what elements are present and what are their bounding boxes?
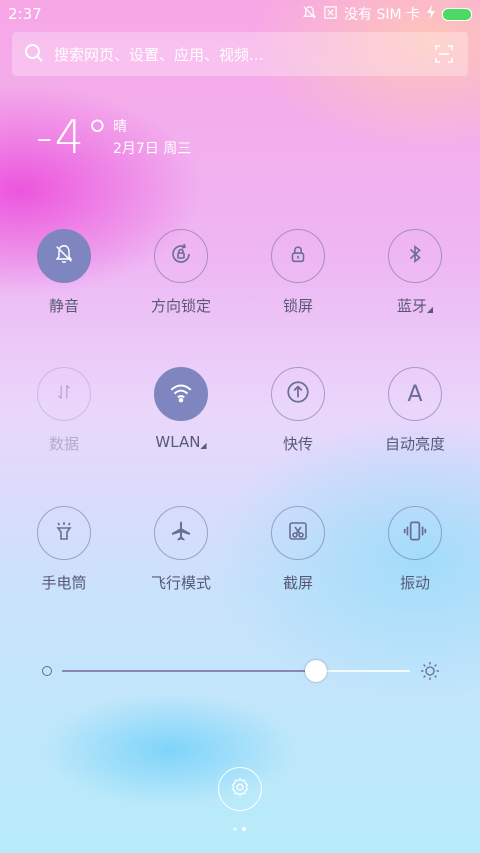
rotation-lock-icon — [169, 242, 193, 270]
flashlight-button[interactable] — [37, 506, 91, 560]
battery-icon — [442, 7, 472, 21]
toggle-label: 快传 — [282, 435, 313, 453]
scan-icon[interactable] — [434, 44, 454, 68]
toggle-label: 手电筒 — [41, 574, 87, 592]
toggle-rotation-lock[interactable]: 方向锁定 — [131, 229, 231, 316]
toggle-label: WLAN — [155, 433, 201, 451]
auto-brightness-icon: A — [407, 381, 423, 407]
brightness-low-icon — [42, 666, 52, 676]
toggle-label: 截屏 — [282, 574, 313, 592]
flashlight-icon — [52, 519, 76, 547]
weather-date: 2月7日 周三 — [113, 141, 192, 157]
status-icons: 没有 SIM 卡 — [302, 4, 472, 24]
status-bar: 2:37 没有 SIM 卡 — [0, 0, 480, 28]
data-icon — [53, 381, 75, 407]
toggle-label: 锁屏 — [282, 297, 313, 315]
brightness-thumb[interactable] — [305, 660, 328, 682]
lock-icon — [287, 243, 309, 269]
toggle-label: 静音 — [48, 297, 79, 315]
share-upload-icon — [285, 379, 311, 409]
toggle-auto-brightness[interactable]: A 自动亮度 — [365, 367, 465, 454]
toggle-data[interactable]: 数据 — [14, 367, 114, 454]
quick-share-button[interactable] — [271, 367, 325, 421]
toggle-label: 方向锁定 — [150, 297, 211, 315]
vibrate-icon — [402, 518, 428, 548]
weather-condition: 晴 — [113, 119, 127, 135]
wifi-icon — [168, 379, 194, 409]
page-dot — [233, 827, 237, 831]
rotation-lock-button[interactable] — [154, 229, 208, 283]
menu-triangle-icon: ◢ — [426, 305, 434, 314]
toggle-silent[interactable]: 静音 — [14, 229, 114, 316]
page-indicator — [233, 827, 246, 831]
charging-icon — [426, 5, 436, 23]
bell-off-status-icon — [302, 5, 317, 24]
toggle-label: 飞行模式 — [150, 574, 211, 592]
status-time: 2:37 — [8, 5, 42, 23]
search-icon — [24, 43, 44, 67]
airplane-button[interactable] — [154, 506, 208, 560]
search-placeholder: 搜索网页、设置、应用、视频... — [54, 46, 264, 64]
toggle-wlan[interactable]: WLAN◢ — [131, 367, 231, 451]
auto-brightness-button[interactable]: A — [388, 367, 442, 421]
toggle-label-with-menu: WLAN◢ — [131, 433, 231, 451]
sim-missing-icon — [323, 5, 338, 24]
wlan-button[interactable] — [154, 367, 208, 421]
toggle-screenshot[interactable]: 截屏 — [248, 506, 348, 593]
bell-off-icon — [53, 243, 75, 269]
toggle-label-with-menu: 蓝牙◢ — [365, 295, 465, 316]
toggle-label: 数据 — [48, 435, 79, 453]
toggle-airplane[interactable]: 飞行模式 — [131, 506, 231, 593]
carrier-text: 没有 SIM 卡 — [344, 7, 420, 23]
toggle-quick-share[interactable]: 快传 — [248, 367, 348, 454]
bluetooth-button[interactable] — [388, 229, 442, 283]
toggle-flashlight[interactable]: 手电筒 — [14, 506, 114, 593]
settings-button[interactable] — [218, 767, 262, 811]
gear-icon — [230, 777, 250, 801]
data-button[interactable] — [37, 367, 91, 421]
brightness-high-icon — [420, 661, 440, 685]
vibrate-button[interactable] — [388, 506, 442, 560]
toggle-label: 振动 — [399, 574, 430, 592]
screenshot-icon — [286, 519, 310, 547]
brightness-track[interactable] — [62, 660, 410, 682]
toggle-bluetooth[interactable]: 蓝牙◢ — [365, 229, 465, 316]
toggle-label: 蓝牙 — [396, 297, 427, 315]
toggle-lock-screen[interactable]: 锁屏 — [248, 229, 348, 316]
airplane-icon — [169, 519, 193, 547]
page-dot-active — [242, 827, 246, 831]
search-bar[interactable]: 搜索网页、设置、应用、视频... — [12, 32, 468, 76]
weather-temperature[interactable]: -4° — [36, 110, 111, 164]
toggle-label: 自动亮度 — [384, 435, 445, 453]
lock-screen-button[interactable] — [271, 229, 325, 283]
bluetooth-icon — [404, 243, 426, 269]
brightness-slider[interactable] — [0, 656, 480, 686]
menu-triangle-icon: ◢ — [200, 441, 207, 450]
screenshot-button[interactable] — [271, 506, 325, 560]
toggle-vibrate[interactable]: 振动 — [365, 506, 465, 593]
silent-button[interactable] — [37, 229, 91, 283]
control-center-screen: 2:37 没有 SIM 卡 搜索网页、设置、应用、视频... -4° 晴 2月7… — [0, 0, 480, 853]
brightness-fill — [62, 670, 317, 672]
